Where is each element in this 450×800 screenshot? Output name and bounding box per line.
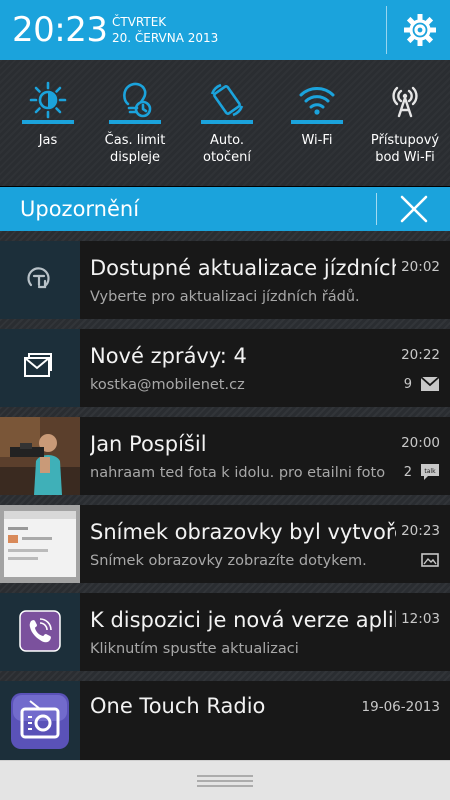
- notification-text: Snímek obrazovky zobrazíte dotykem.: [90, 553, 367, 569]
- day-label: ČTVRTEK: [112, 15, 167, 29]
- quick-settings-panel: Jas Čas. limit displeje Auto. otočení Wi…: [0, 60, 450, 186]
- qs-screen-timeout[interactable]: Čas. limit displeje: [90, 60, 180, 186]
- notification-time: 20:00: [401, 435, 440, 451]
- qs-brightness[interactable]: Jas: [3, 60, 93, 186]
- settings-button[interactable]: [400, 10, 440, 50]
- notification-item[interactable]: One Touch Radio 19-06-2013: [0, 681, 450, 760]
- svg-text:talk: talk: [424, 468, 436, 475]
- mail-stack-icon: [24, 353, 52, 377]
- qs-auto-rotate[interactable]: Auto. otočení: [182, 60, 272, 186]
- notification-list: Dostupné aktualizace jízdních řádů Vyber…: [0, 231, 450, 760]
- viber-icon: [19, 610, 61, 652]
- date-label: 20. ČERVNA 2013: [112, 31, 219, 45]
- notification-title: Snímek obrazovky byl vytvořen: [90, 520, 396, 544]
- notification-text: kostka@mobilenet.cz: [90, 377, 245, 393]
- notification-item[interactable]: Dostupné aktualizace jízdních řádů Vyber…: [0, 241, 450, 319]
- notification-title: Nové zprávy: 4: [90, 344, 247, 368]
- header-divider: [376, 193, 377, 225]
- notifications-title: Upozornění: [20, 197, 140, 221]
- clear-notifications-button[interactable]: [392, 191, 436, 227]
- list-separator: [0, 583, 450, 593]
- notification-title: Dostupné aktualizace jízdních řádů: [90, 256, 396, 280]
- image-icon: [421, 553, 439, 567]
- notification-text: Kliknutím spusťte aktualizaci: [90, 641, 299, 657]
- list-separator: [0, 231, 450, 241]
- date-block: ČTVRTEK 20. ČERVNA 2013: [112, 14, 218, 46]
- notification-text: Vyberte pro aktualizaci jízdních řádů.: [90, 289, 360, 305]
- list-separator: [0, 671, 450, 681]
- clock: 20:23: [12, 10, 108, 50]
- notification-title: One Touch Radio: [90, 694, 266, 718]
- qs-label: Čas. limit displeje: [104, 133, 166, 165]
- screen-timeout-icon: [123, 82, 152, 118]
- notification-icon-box: [0, 681, 80, 760]
- qs-active-bar: [22, 120, 74, 124]
- list-separator: [0, 495, 450, 505]
- notification-time: 20:22: [401, 347, 440, 363]
- timetable-update-icon: [27, 267, 50, 289]
- hotspot-icon: [392, 86, 418, 118]
- notification-count: 2: [403, 465, 412, 480]
- notification-item[interactable]: Nové zprávy: 4 kostka@mobilenet.cz 20:22…: [0, 329, 450, 407]
- grip-icon: [197, 775, 253, 787]
- qs-label: Přístupový bod Wi-Fi: [370, 133, 440, 165]
- qs-active-bar: [109, 120, 161, 124]
- auto-rotate-icon: [210, 83, 244, 117]
- notifications-header: Upozornění: [0, 187, 450, 231]
- qs-hotspot[interactable]: Přístupový bod Wi-Fi: [360, 60, 450, 186]
- qs-label: Jas: [38, 133, 58, 148]
- notification-time: 20:02: [401, 259, 440, 275]
- talk-icon: talk: [421, 464, 439, 480]
- notification-time: 20:23: [401, 523, 440, 539]
- wifi-icon: [299, 87, 335, 115]
- radio-icon: [11, 693, 69, 749]
- notification-item[interactable]: K dispozici je nová verze aplikace Klikn…: [0, 593, 450, 671]
- gear-icon: [404, 14, 436, 46]
- mail-icon: [420, 376, 440, 391]
- qs-active-bar: [291, 120, 343, 124]
- qs-wifi[interactable]: Wi-Fi: [272, 60, 362, 186]
- brightness-icon: [29, 81, 67, 119]
- notification-time: 19-06-2013: [361, 699, 440, 715]
- header-divider: [386, 6, 387, 54]
- notification-title: Jan Pospíšil: [90, 432, 207, 456]
- notification-item[interactable]: Snímek obrazovky byl vytvořen Snímek obr…: [0, 505, 450, 583]
- notification-count: 9: [403, 377, 412, 392]
- notification-icon-box: [0, 329, 80, 407]
- qs-label: Auto. otočení: [202, 133, 251, 165]
- close-icon: [400, 195, 428, 223]
- notification-time: 12:03: [401, 611, 440, 627]
- notification-item[interactable]: Jan Pospíšil nahraam ted fota k idolu. p…: [0, 417, 450, 495]
- screenshot-thumbnail: [0, 505, 80, 583]
- notification-title: K dispozici je nová verze aplikace: [90, 608, 396, 632]
- notification-text: nahraam ted fota k idolu. pro etailni fo…: [90, 465, 386, 481]
- notification-icon-box: [0, 593, 80, 671]
- panel-drag-handle[interactable]: [0, 760, 450, 800]
- notification-icon-box: [0, 505, 80, 583]
- contact-photo: [0, 417, 80, 495]
- qs-label: Wi-Fi: [301, 133, 333, 148]
- notification-icon-box: [0, 417, 80, 495]
- notification-icon-box: [0, 241, 80, 319]
- list-separator: [0, 407, 450, 417]
- status-header: 20:23 ČTVRTEK 20. ČERVNA 2013: [0, 0, 450, 60]
- qs-active-bar: [201, 120, 253, 124]
- list-separator: [0, 319, 450, 329]
